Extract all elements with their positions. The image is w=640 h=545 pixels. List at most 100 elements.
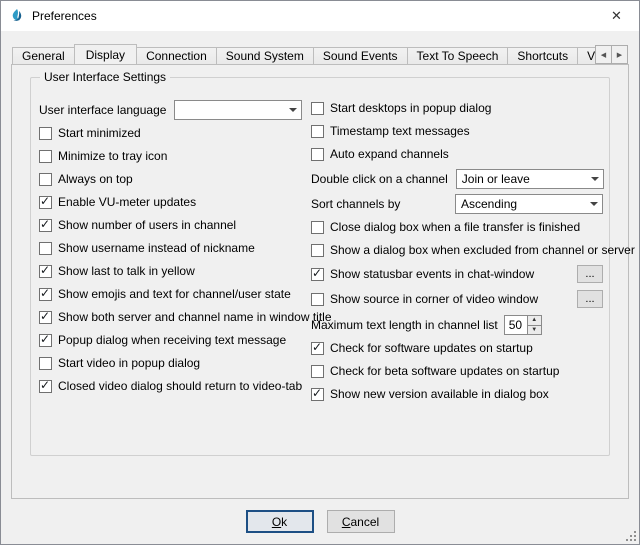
checkbox-desktops-popup[interactable]: Start desktops in popup dialog: [311, 100, 603, 116]
spinbox-value[interactable]: 50: [504, 315, 527, 335]
checkbox-show-new-version[interactable]: Show new version available in dialog box: [311, 386, 603, 402]
checkbox-label: Show a dialog box when excluded from cha…: [330, 243, 635, 257]
check-icon: [312, 386, 322, 400]
tab-connection[interactable]: Connection: [136, 47, 217, 65]
checkbox-dialog-on-excluded[interactable]: Show a dialog box when excluded from cha…: [311, 242, 603, 258]
checkbox-label: Show username instead of nickname: [58, 241, 255, 255]
tab-sound-events[interactable]: Sound Events: [313, 47, 408, 65]
checkbox-start-minimized[interactable]: Start minimized: [39, 125, 307, 141]
checkbox-auto-expand-channels[interactable]: Auto expand channels: [311, 146, 603, 162]
arrow-right-icon: ▶: [617, 51, 622, 59]
tab-text-to-speech[interactable]: Text To Speech: [407, 47, 509, 65]
window-title: Preferences: [32, 9, 97, 23]
tab-sound-system[interactable]: Sound System: [216, 47, 314, 65]
chevron-down-icon: [587, 177, 603, 181]
double-click-row: Double click on a channel Join or leave: [311, 169, 603, 189]
video-source-corner-row: Show source in corner of video window ..…: [311, 290, 603, 308]
checkbox-box[interactable]: [39, 127, 52, 140]
check-icon: [40, 263, 50, 277]
checkbox-label: Timestamp text messages: [330, 124, 470, 138]
checkbox-statusbar-events[interactable]: [311, 268, 324, 281]
check-icon: [40, 332, 50, 346]
ok-button[interactable]: Ok: [246, 510, 314, 533]
cancel-button[interactable]: Cancel: [327, 510, 395, 533]
checkbox-box[interactable]: [311, 102, 324, 115]
spin-up-icon[interactable]: ▲: [528, 316, 541, 326]
max-text-length-spinbox[interactable]: 50 ▲ ▼: [504, 315, 542, 335]
checkbox-box[interactable]: [311, 365, 324, 378]
check-icon: [312, 266, 322, 280]
checkbox-box[interactable]: [39, 173, 52, 186]
spin-down-icon[interactable]: ▼: [528, 326, 541, 335]
check-icon: [40, 378, 50, 392]
checkbox-check-beta-updates[interactable]: Check for beta software updates on start…: [311, 363, 603, 379]
checkbox-label: Show last to talk in yellow: [58, 264, 195, 278]
sort-channels-select-value: Ascending: [461, 197, 586, 211]
tab-scroll-right-button[interactable]: ▶: [611, 45, 628, 64]
check-icon: [40, 194, 50, 208]
checkbox-label: Check for beta software updates on start…: [330, 364, 559, 378]
tab-display[interactable]: Display: [74, 44, 137, 65]
sort-channels-select[interactable]: Ascending: [455, 194, 603, 214]
check-icon: [40, 286, 50, 300]
checkbox-label: Minimize to tray icon: [58, 149, 167, 163]
sort-channels-row: Sort channels by Ascending: [311, 194, 603, 214]
double-click-select[interactable]: Join or leave: [456, 169, 604, 189]
max-text-length-label: Maximum text length in channel list: [311, 318, 498, 332]
checkbox-always-on-top[interactable]: Always on top: [39, 171, 307, 187]
checkbox-box[interactable]: [39, 380, 52, 393]
tab-shortcuts[interactable]: Shortcuts: [507, 47, 578, 65]
checkbox-label: Closed video dialog should return to vid…: [58, 379, 302, 393]
checkbox-box[interactable]: [39, 196, 52, 209]
checkbox-box[interactable]: [39, 334, 52, 347]
language-label: User interface language: [39, 103, 166, 117]
checkbox-show-user-count[interactable]: Show number of users in channel: [39, 217, 307, 233]
checkbox-box[interactable]: [311, 342, 324, 355]
tab-general[interactable]: General: [12, 47, 75, 65]
checkbox-video-return-tab[interactable]: Closed video dialog should return to vid…: [39, 378, 307, 394]
checkbox-server-channel-in-title[interactable]: Show both server and channel name in win…: [39, 309, 307, 325]
checkbox-label: Popup dialog when receiving text message: [58, 333, 286, 347]
checkbox-box[interactable]: [39, 357, 52, 370]
checkbox-show-username[interactable]: Show username instead of nickname: [39, 240, 307, 256]
sort-channels-label: Sort channels by: [311, 197, 400, 211]
checkbox-box[interactable]: [311, 125, 324, 138]
checkbox-close-on-transfer-finished[interactable]: Close dialog box when a file transfer is…: [311, 219, 603, 235]
checkbox-check-updates[interactable]: Check for software updates on startup: [311, 340, 603, 356]
checkbox-minimize-to-tray[interactable]: Minimize to tray icon: [39, 148, 307, 164]
tab-scroll-left-button[interactable]: ◀: [595, 45, 612, 64]
checkbox-label: Start minimized: [58, 126, 141, 140]
checkbox-box[interactable]: [39, 150, 52, 163]
checkbox-box[interactable]: [311, 388, 324, 401]
checkbox-box[interactable]: [39, 311, 52, 324]
checkbox-popup-text-message[interactable]: Popup dialog when receiving text message: [39, 332, 307, 348]
checkbox-box[interactable]: [39, 242, 52, 255]
checkbox-box[interactable]: [39, 265, 52, 278]
checkbox-box[interactable]: [39, 219, 52, 232]
spinbox-buttons: ▲ ▼: [527, 315, 542, 335]
statusbar-events-more-button[interactable]: ...: [577, 265, 603, 283]
language-select[interactable]: [174, 100, 302, 120]
checkbox-vu-meter-updates[interactable]: Enable VU-meter updates: [39, 194, 307, 210]
checkbox-emojis-text-state[interactable]: Show emojis and text for channel/user st…: [39, 286, 307, 302]
close-icon: ✕: [611, 8, 622, 24]
checkbox-box[interactable]: [311, 148, 324, 161]
video-source-more-button[interactable]: ...: [577, 290, 603, 308]
checkbox-label: Auto expand channels: [330, 147, 449, 161]
checkbox-label: Start desktops in popup dialog: [330, 101, 491, 115]
close-button[interactable]: ✕: [594, 1, 639, 31]
checkbox-timestamp-messages[interactable]: Timestamp text messages: [311, 123, 603, 139]
preferences-dialog: Preferences ✕ General Display Connection…: [0, 0, 640, 545]
checkbox-box[interactable]: [311, 221, 324, 234]
checkbox-last-talk-yellow[interactable]: Show last to talk in yellow: [39, 263, 307, 279]
statusbar-events-row: Show statusbar events in chat-window ...: [311, 265, 603, 283]
checkbox-label: Show new version available in dialog box: [330, 387, 549, 401]
checkbox-start-video-popup[interactable]: Start video in popup dialog: [39, 355, 307, 371]
resize-grip[interactable]: [624, 529, 637, 542]
checkbox-video-source-corner[interactable]: [311, 293, 324, 306]
checkbox-label: Always on top: [58, 172, 133, 186]
check-icon: [40, 217, 50, 231]
double-click-select-value: Join or leave: [462, 172, 587, 186]
checkbox-box[interactable]: [311, 244, 324, 257]
checkbox-box[interactable]: [39, 288, 52, 301]
